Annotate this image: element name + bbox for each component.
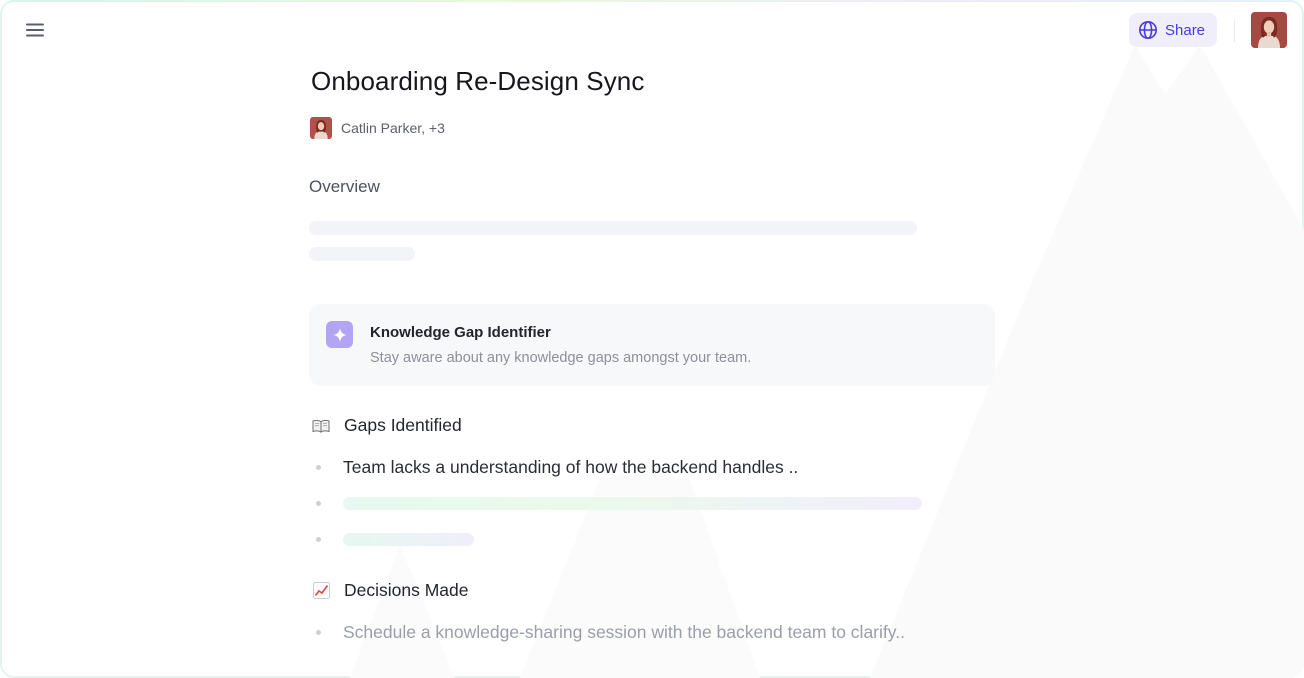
hamburger-menu-icon	[26, 23, 44, 37]
gaps-heading-label: Gaps Identified	[344, 415, 462, 435]
menu-button[interactable]	[22, 18, 48, 42]
list-bullet	[316, 501, 321, 506]
author-row[interactable]: Catlin Parker, +3	[310, 117, 445, 139]
app-window: Share Onboarding Re-Design Sync Catlin P…	[0, 0, 1304, 678]
header-divider	[1234, 20, 1235, 42]
share-button-label: Share	[1165, 21, 1206, 39]
list-bullet	[316, 537, 321, 542]
chart-increasing-icon	[311, 581, 331, 601]
user-avatar[interactable]	[1251, 12, 1287, 48]
overview-skeleton-line	[309, 247, 415, 261]
author-names: Catlin Parker, +3	[341, 120, 445, 136]
overview-skeleton-line	[309, 221, 917, 235]
decisions-section-heading: Decisions Made	[311, 580, 469, 601]
author-avatar	[310, 117, 332, 139]
gap-loading-placeholder	[343, 533, 474, 546]
list-bullet	[316, 465, 321, 470]
gaps-section-heading: Gaps Identified	[311, 415, 462, 436]
knowledge-gap-subtitle: Stay aware about any knowledge gaps amon…	[370, 350, 752, 366]
knowledge-gap-card[interactable]: Knowledge Gap Identifier Stay aware abou…	[309, 304, 995, 386]
knowledge-gap-title: Knowledge Gap Identifier	[370, 324, 551, 341]
overview-heading: Overview	[309, 177, 380, 196]
globe-icon	[1139, 21, 1157, 39]
decisions-heading-label: Decisions Made	[344, 580, 469, 600]
decision-list-item: Schedule a knowledge-sharing session wit…	[343, 622, 905, 642]
page-title: Onboarding Re-Design Sync	[311, 66, 645, 96]
gap-loading-placeholder	[343, 497, 922, 510]
open-book-icon	[311, 416, 331, 436]
share-button[interactable]: Share	[1129, 13, 1217, 47]
sparkle-icon	[326, 321, 353, 348]
gap-list-item: Team lacks a understanding of how the ba…	[343, 457, 799, 477]
avatar-image	[1251, 12, 1287, 48]
list-bullet	[316, 630, 321, 635]
